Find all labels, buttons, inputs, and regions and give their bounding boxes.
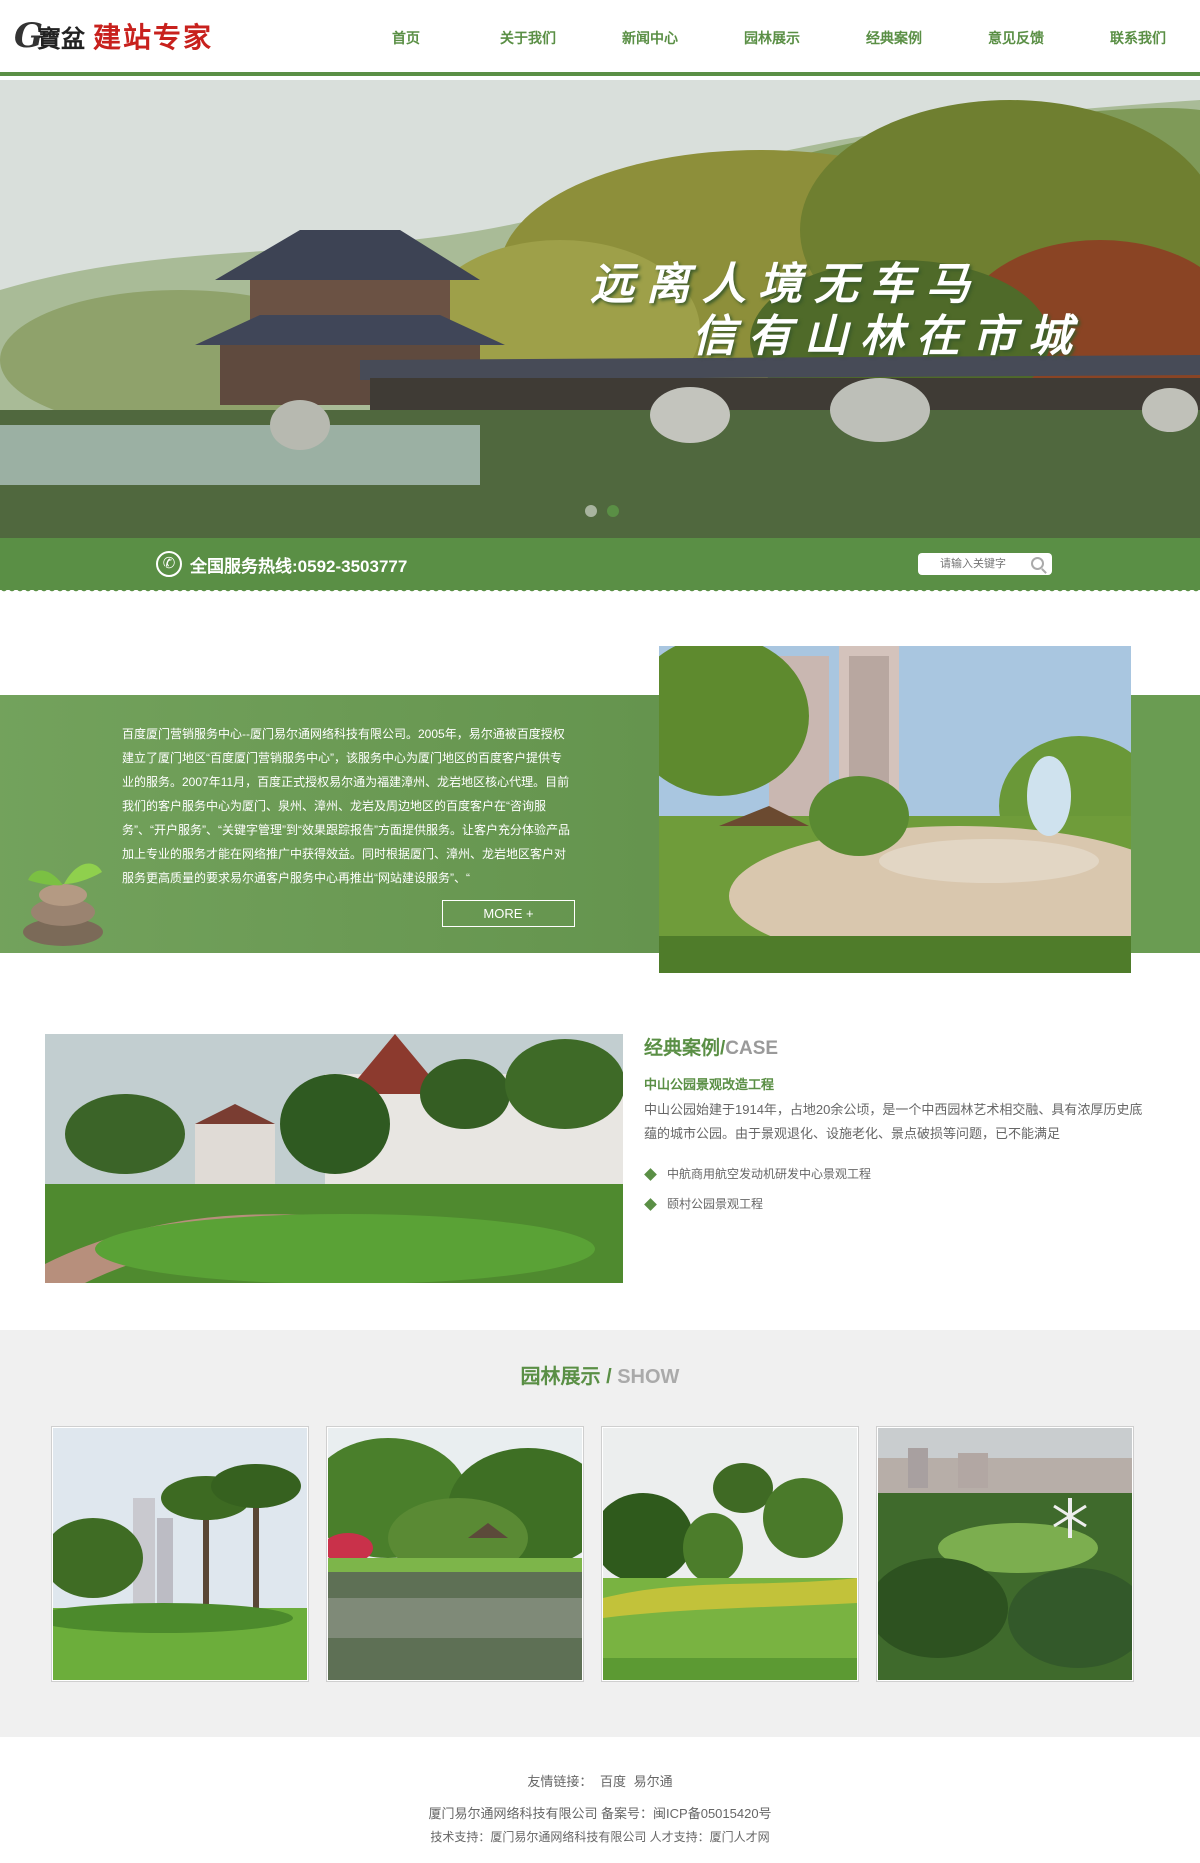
friend-link-baidu[interactable]: 百度 bbox=[600, 1774, 626, 1789]
footer-company: 厦门易尔通网络科技有限公司 备案号：闽ICP备05015420号 bbox=[428, 1806, 772, 1821]
list-item[interactable]: 中航商用航空发动机研发中心景观工程 bbox=[644, 1159, 872, 1189]
slider-dots bbox=[585, 505, 619, 517]
case-item-label: 颐村公园景观工程 bbox=[667, 1197, 764, 1211]
case-list: 中航商用航空发动机研发中心景观工程 颐村公园景观工程 bbox=[644, 1159, 872, 1219]
case-photo bbox=[45, 1034, 623, 1283]
case-subtitle[interactable]: 中山公园景观改造工程 bbox=[644, 1074, 774, 1093]
about-more-button[interactable]: MORE + bbox=[442, 900, 575, 927]
main-nav: 首页 关于我们 新闻中心 园林展示 经典案例 意见反馈 联系我们 bbox=[345, 0, 1199, 76]
show-heading-en: SHOW bbox=[617, 1366, 680, 1388]
search-box bbox=[918, 553, 1052, 575]
case-item-label: 中航商用航空发动机研发中心景观工程 bbox=[667, 1167, 872, 1181]
nav-item-home[interactable]: 首页 bbox=[345, 0, 467, 76]
show-heading: 园林展示 / SHOW bbox=[0, 1360, 1200, 1389]
case-heading: 经典案例/CASE bbox=[644, 1033, 778, 1060]
stone-plant-image bbox=[23, 863, 103, 946]
nav-item-contact[interactable]: 联系我们 bbox=[1077, 0, 1199, 76]
banner-title-line2: 信有山林在市城 bbox=[692, 311, 1084, 362]
nav-item-news[interactable]: 新闻中心 bbox=[589, 0, 711, 76]
about-park-photo bbox=[659, 646, 1131, 973]
logo-title: 建站专家 bbox=[93, 21, 214, 54]
footer-support: 技术支持：厦门易尔通网络科技有限公司 人才支持：厦门人才网 bbox=[430, 1830, 770, 1844]
friend-links: 友情链接： 百度 易尔通 bbox=[0, 1771, 1200, 1790]
hotline-number: 全国服务热线:0592-3503777 bbox=[190, 557, 408, 576]
show-item-park[interactable] bbox=[876, 1426, 1134, 1682]
hotline-bar: ✆ 全国服务热线:0592-3503777 bbox=[0, 538, 1200, 594]
pond-garden-image bbox=[328, 1428, 582, 1680]
show-heading-cn: 园林展示 / bbox=[520, 1366, 618, 1388]
about-intro-text: 百度厦门营销服务中心--厦门易尔通网络科技有限公司。2005年，易尔通被百度授权… bbox=[122, 727, 570, 885]
site-logo[interactable]: G 寶盆 建站专家 bbox=[14, 14, 213, 58]
case-heading-cn: 经典案例/ bbox=[644, 1038, 726, 1059]
logo-bao-text: 寶盆 bbox=[37, 23, 86, 53]
case-description: 中山公园始建于1914年，占地20余公顷，是一个中西园林艺术相交融、具有浓厚历史… bbox=[644, 1102, 1143, 1141]
palm-garden-image bbox=[53, 1428, 307, 1680]
nav-item-feedback[interactable]: 意见反馈 bbox=[955, 0, 1077, 76]
search-icon[interactable] bbox=[1031, 557, 1044, 570]
diamond-bullet-icon bbox=[644, 1167, 657, 1181]
diamond-bullet-icon bbox=[644, 1197, 657, 1211]
list-item[interactable]: 颐村公园景观工程 bbox=[644, 1189, 871, 1219]
nav-item-cases[interactable]: 经典案例 bbox=[833, 0, 955, 76]
lawn-garden-image bbox=[603, 1428, 857, 1680]
park-view-image bbox=[878, 1428, 1132, 1680]
slider-dot-active[interactable] bbox=[607, 505, 619, 517]
nav-item-about[interactable]: 关于我们 bbox=[467, 0, 589, 76]
search-input[interactable] bbox=[918, 553, 1018, 575]
slider-dot[interactable] bbox=[585, 505, 597, 517]
site-footer: 友情链接： 百度 易尔通 厦门易尔通网络科技有限公司 备案号：闽ICP备0501… bbox=[0, 1737, 1200, 1863]
case-heading-en: CASE bbox=[725, 1038, 779, 1059]
friend-links-label: 友情链接： bbox=[527, 1774, 593, 1789]
case-garden-image bbox=[45, 1034, 623, 1283]
hero-banner: 远离人境无车马 信有山林在市城 bbox=[0, 80, 1200, 538]
site-header: G 寶盆 建站专家 首页 关于我们 新闻中心 园林展示 经典案例 意见反馈 联系… bbox=[0, 0, 1200, 76]
show-item-lawn[interactable] bbox=[601, 1426, 859, 1682]
show-item-palm[interactable] bbox=[51, 1426, 309, 1682]
nav-item-gardens[interactable]: 园林展示 bbox=[711, 0, 833, 76]
phone-icon: ✆ bbox=[156, 551, 182, 577]
friend-link-yiertong[interactable]: 易尔通 bbox=[634, 1774, 673, 1789]
park-plaza-image bbox=[659, 646, 1131, 973]
show-item-pond[interactable] bbox=[326, 1426, 584, 1682]
